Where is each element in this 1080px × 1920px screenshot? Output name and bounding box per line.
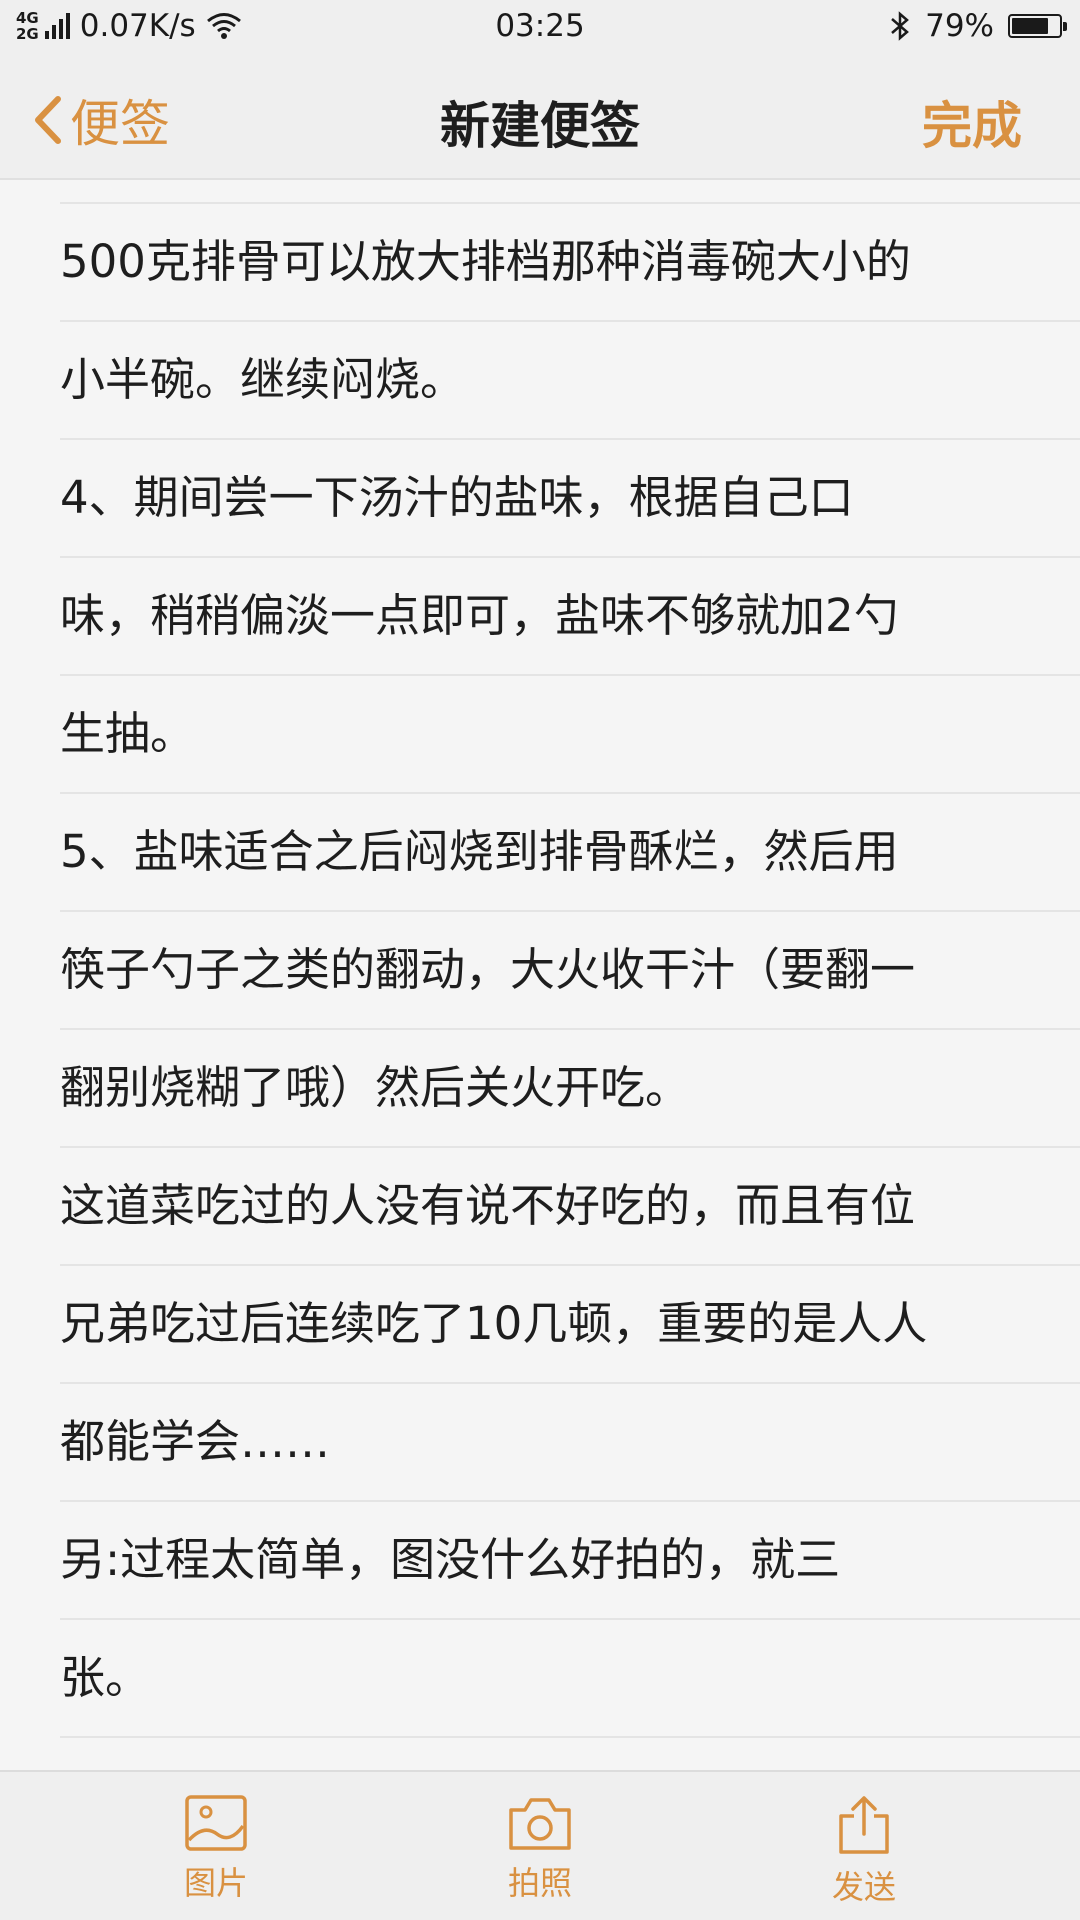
ruled-line — [60, 1382, 1080, 1384]
bluetooth-icon — [891, 11, 910, 41]
ruled-line — [60, 1618, 1080, 1620]
share-icon — [839, 1796, 889, 1854]
note-line: 小半碗。继续闷烧。 — [60, 353, 466, 406]
note-line: 500克排骨可以放大排档那种消毒碗大小的 — [60, 235, 911, 288]
bottom-toolbar: 图片 拍照 发送 — [0, 1770, 1080, 1920]
send-button[interactable]: 发送 — [794, 1794, 934, 1908]
note-line: 生抽。 — [60, 707, 196, 760]
note-line: 这道菜吃过的人没有说不好吃的，而且有位 — [60, 1179, 916, 1232]
note-line: 味，稍稍偏淡一点即可，盐味不够就加2勺 — [60, 589, 899, 642]
note-editor[interactable]: 500克排骨可以放大排档那种消毒碗大小的 小半碗。继续闷烧。 4、期间尝一下汤汁的盐… — [0, 182, 1080, 1770]
ruled-line — [60, 910, 1080, 912]
ruled-line — [60, 320, 1080, 322]
ruled-line — [60, 1500, 1080, 1502]
battery-fill — [1012, 18, 1049, 34]
note-line: 另:过程太简单，图没什么好拍的，就三 — [60, 1533, 841, 1586]
note-line: 都能学会…… — [60, 1415, 331, 1468]
note-line: 筷子勺子之类的翻动，大火收干汁（要翻一 — [60, 943, 916, 996]
ruled-line — [60, 202, 1080, 204]
nav-bar: 便签 新建便签 完成 — [0, 54, 1080, 180]
page-title: 新建便签 — [440, 97, 640, 155]
note-line: 5、盐味适合之后闷烧到排骨酥烂，然后用 — [60, 825, 899, 878]
ruled-line — [60, 438, 1080, 440]
battery-icon — [1008, 14, 1067, 38]
ruled-line — [60, 792, 1080, 794]
image-icon — [185, 1795, 247, 1851]
ruled-line — [60, 556, 1080, 558]
battery-percent: 79% — [925, 8, 994, 44]
note-line: 张。 — [60, 1651, 151, 1704]
camera-icon — [509, 1798, 571, 1850]
done-button[interactable]: 完成 — [922, 86, 1022, 158]
ruled-line — [60, 1028, 1080, 1030]
note-line: 兄弟吃过后连续吃了10几顿，重要的是人人 — [60, 1297, 928, 1350]
status-right: 79% — [889, 8, 1067, 44]
image-button[interactable]: 图片 — [146, 1794, 286, 1904]
camera-button-label: 拍照 — [507, 1864, 572, 1902]
camera-button[interactable]: 拍照 — [470, 1794, 610, 1904]
ruled-line — [60, 1146, 1080, 1148]
note-line: 4、期间尝一下汤汁的盐味，根据自己口 — [60, 471, 854, 524]
image-button-label: 图片 — [183, 1864, 248, 1902]
note-line: 翻别烧糊了哦）然后关火开吃。 — [60, 1061, 691, 1114]
ruled-line — [60, 1264, 1080, 1266]
send-button-label: 发送 — [831, 1868, 896, 1906]
ruled-line — [60, 674, 1080, 676]
status-bar: 4G 2G 0.07K/s 03:25 79% — [0, 0, 1080, 54]
ruled-line — [60, 1736, 1080, 1738]
